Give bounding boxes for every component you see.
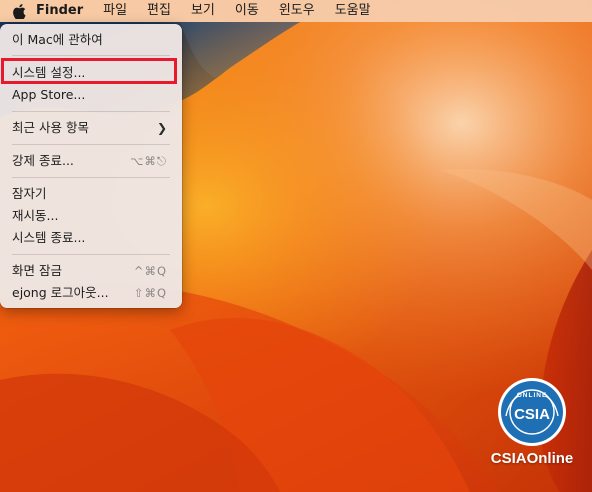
menu-item-force-quit[interactable]: 강제 종료... ⌥⌘⎋	[5, 150, 177, 172]
logo-mark-text: CSIA	[514, 406, 550, 423]
logo-ring-text: ONLINE	[517, 392, 548, 399]
menu-item-label: 강제 종료...	[12, 153, 74, 168]
menu-item-recent-items[interactable]: 최근 사용 항목 ❯	[5, 117, 177, 139]
menu-separator	[12, 177, 170, 178]
menubar-view[interactable]: 보기	[181, 0, 225, 22]
menu-separator	[12, 55, 170, 56]
menu-item-about-this-mac[interactable]: 이 Mac에 관하여	[5, 29, 177, 51]
desktop: Finder 파일 편집 보기 이동 윈도우 도움말 이 Mac에 관하여 시스…	[0, 0, 592, 492]
menu-item-label: 이 Mac에 관하여	[12, 32, 103, 47]
menu-item-sleep[interactable]: 잠자기	[5, 183, 177, 205]
csia-logo: ONLINE CSIA	[498, 378, 566, 446]
menubar-edit[interactable]: 편집	[137, 0, 181, 22]
menubar-go[interactable]: 이동	[225, 0, 269, 22]
force-quit-shortcut: ⌥⌘⎋	[130, 154, 167, 168]
menu-item-label: 시스템 종료...	[12, 230, 86, 245]
menu-item-label: 최근 사용 항목	[12, 120, 89, 135]
highlight-annotation-box	[1, 58, 177, 84]
apple-menu-icon[interactable]	[10, 0, 28, 22]
menu-bar: Finder 파일 편집 보기 이동 윈도우 도움말	[0, 0, 592, 22]
menu-separator	[12, 111, 170, 112]
menu-item-label: 잠자기	[12, 186, 47, 201]
menu-item-logout[interactable]: ejong 로그아웃... ⇧⌘Q	[5, 282, 177, 304]
menu-item-label: 화면 잠금	[12, 263, 62, 278]
menubar-app-finder[interactable]: Finder	[28, 0, 93, 22]
menubar-help[interactable]: 도움말	[325, 0, 381, 22]
menu-item-label: ejong 로그아웃...	[12, 285, 109, 300]
logo-caption: CSIAOnline	[490, 450, 574, 467]
menu-item-label: 재시동...	[12, 208, 59, 223]
menu-item-shutdown[interactable]: 시스템 종료...	[5, 227, 177, 249]
menu-separator	[12, 144, 170, 145]
menu-item-lock-screen[interactable]: 화면 잠금 ^⌘Q	[5, 260, 177, 282]
menu-item-app-store[interactable]: App Store...	[5, 84, 177, 106]
menu-item-restart[interactable]: 재시동...	[5, 205, 177, 227]
lock-screen-shortcut: ^⌘Q	[133, 264, 167, 278]
menubar-window[interactable]: 윈도우	[269, 0, 325, 22]
chevron-right-icon: ❯	[156, 121, 167, 135]
menu-separator	[12, 254, 170, 255]
menubar-file[interactable]: 파일	[93, 0, 137, 22]
logout-shortcut: ⇧⌘Q	[133, 286, 167, 300]
menu-item-label: App Store...	[12, 87, 86, 102]
